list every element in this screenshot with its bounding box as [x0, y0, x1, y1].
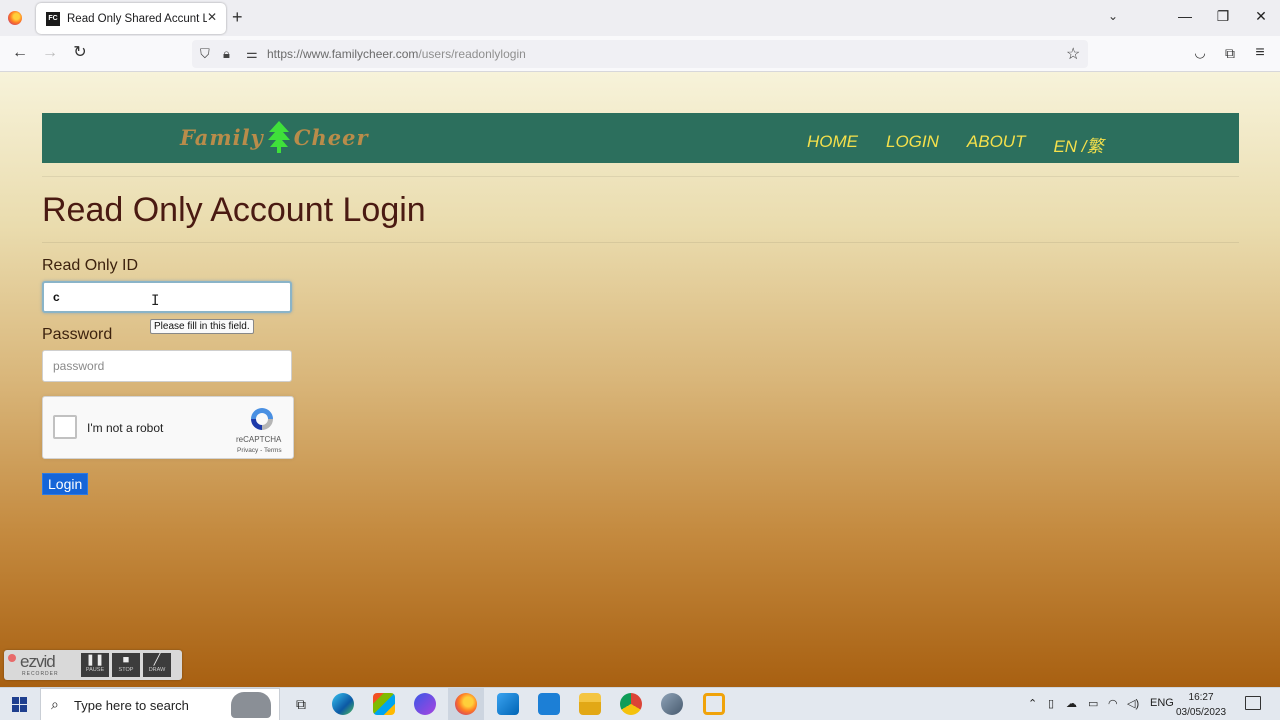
- edge-icon[interactable]: [332, 693, 354, 715]
- device-icon[interactable]: ▯: [1048, 697, 1054, 710]
- vscode-icon[interactable]: [497, 693, 519, 715]
- close-tab-icon[interactable]: ✕: [207, 10, 217, 24]
- pause-icon: ❚❚: [85, 654, 105, 666]
- recaptcha-brand: reCAPTCHA: [236, 435, 282, 444]
- bookmark-star-icon[interactable]: ☆: [1066, 44, 1080, 64]
- read-only-id-label: Read Only ID: [42, 257, 139, 274]
- restore-icon[interactable]: ❐: [1208, 8, 1238, 25]
- taskbar-search-placeholder: Type here to search: [74, 698, 189, 713]
- volume-icon[interactable]: ◁): [1127, 697, 1139, 710]
- firefox-logo-icon[interactable]: [8, 11, 22, 25]
- web-page: Family Cheer HOME LOGIN ABOUT EN /繁 Read…: [0, 72, 1280, 687]
- shield-icon[interactable]: ⛉: [200, 46, 210, 62]
- onedrive-icon[interactable]: ☁: [1066, 697, 1077, 710]
- list-all-tabs-icon[interactable]: ⌄: [1108, 9, 1118, 23]
- login-button[interactable]: Login: [42, 473, 89, 495]
- ezvid-subtitle: RECORDER: [22, 671, 59, 677]
- copilot-app-icon[interactable]: [414, 693, 436, 715]
- show-hidden-icons-icon[interactable]: ⌃: [1028, 697, 1037, 710]
- extensions-icon[interactable]: ⧉: [1220, 44, 1240, 62]
- recaptcha-logo-icon: [251, 408, 273, 430]
- stop-icon: ■: [122, 654, 130, 666]
- back-arrow-icon[interactable]: ←: [10, 44, 30, 62]
- lock-icon[interactable]: 🔒︎: [223, 46, 230, 62]
- new-tab-button[interactable]: +: [232, 8, 243, 26]
- menu-icon[interactable]: ≡: [1250, 44, 1270, 62]
- mail-icon[interactable]: [538, 693, 560, 715]
- draw-button[interactable]: ╱ DRAW: [143, 653, 171, 677]
- clock-time: 16:27: [1188, 692, 1214, 703]
- page-title: Read Only Account Login: [42, 191, 426, 229]
- divider: [42, 176, 1239, 177]
- validation-tooltip: Please fill in this field.: [150, 319, 254, 334]
- chrome-icon[interactable]: [620, 693, 642, 715]
- recaptcha-privacy-terms[interactable]: Privacy - Terms: [237, 447, 282, 454]
- ezvid-logo: ezvid: [20, 652, 56, 671]
- address-bar[interactable]: ⛉ 🔒︎ ⚌ https://www.familycheer.com/users…: [192, 40, 1088, 68]
- koala-search-highlight-icon: [231, 692, 271, 718]
- close-window-icon[interactable]: ✕: [1246, 8, 1276, 25]
- divider: [42, 242, 1239, 243]
- pencil-icon: ╱: [153, 654, 161, 666]
- app-icon[interactable]: [661, 693, 683, 715]
- windows-start-icon[interactable]: [12, 697, 27, 712]
- taskbar-search-box[interactable]: ⌕ Type here to search: [40, 688, 280, 720]
- tree-icon: [267, 121, 290, 153]
- notification-icon[interactable]: [1245, 696, 1261, 710]
- browser-toolbar: ← → ↻ ⛉ 🔒︎ ⚌ https://www.familycheer.com…: [0, 36, 1280, 72]
- record-indicator-icon: [8, 654, 16, 662]
- nav-language[interactable]: EN /繁: [1053, 132, 1103, 157]
- site-logo[interactable]: Family Cheer: [180, 121, 369, 153]
- search-icon: ⌕: [51, 696, 59, 712]
- battery-icon[interactable]: ▭: [1088, 697, 1098, 710]
- browser-tab-active[interactable]: FC Read Only Shared Accunt Login ✕: [36, 3, 226, 34]
- logo-text-left: Family: [180, 124, 264, 150]
- tab-title: Read Only Shared Accunt Login: [67, 12, 207, 25]
- recaptcha-widget: I'm not a robot reCAPTCHA Privacy - Term…: [42, 396, 294, 459]
- site-favicon-icon: FC: [46, 11, 60, 26]
- pocket-icon[interactable]: ◡: [1190, 44, 1210, 62]
- clock-date: 03/05/2023: [1176, 707, 1227, 718]
- nav-home[interactable]: HOME: [807, 132, 858, 157]
- recaptcha-label: I'm not a robot: [87, 421, 164, 435]
- password-input[interactable]: password: [42, 350, 292, 382]
- file-explorer-icon[interactable]: [579, 693, 601, 715]
- ezvid-recorder-overlay: ezvid RECORDER ❚❚ PAUSE ■ STOP ╱ DRAW: [4, 650, 182, 680]
- main-nav: HOME LOGIN ABOUT EN /繁: [807, 132, 1132, 157]
- recaptcha-checkbox[interactable]: [53, 415, 77, 439]
- windows-taskbar: ⌕ Type here to search ⧉ ⌃ ▯ ☁ ▭ ◠ ◁) ENG…: [0, 687, 1280, 720]
- firefox-icon[interactable]: [455, 693, 477, 715]
- permissions-icon[interactable]: ⚌: [246, 46, 258, 62]
- taskbar-clock[interactable]: 16:27 03/05/2023: [1176, 690, 1226, 720]
- stop-button[interactable]: ■ STOP: [112, 653, 140, 677]
- read-only-id-input[interactable]: c: [42, 281, 292, 313]
- wifi-icon[interactable]: ◠: [1108, 697, 1118, 710]
- logo-text-right: Cheer: [293, 124, 369, 150]
- browser-tab-bar: FC Read Only Shared Accunt Login ✕ + ⌄ —…: [0, 0, 1280, 36]
- vmware-icon[interactable]: [703, 693, 725, 715]
- pause-button[interactable]: ❚❚ PAUSE: [81, 653, 109, 677]
- task-view-icon[interactable]: ⧉: [290, 693, 312, 715]
- password-label: Password: [42, 326, 113, 343]
- text-cursor-icon: I: [151, 293, 160, 309]
- minimize-icon[interactable]: —: [1170, 8, 1200, 24]
- reload-icon[interactable]: ↻: [70, 44, 90, 62]
- site-header: Family Cheer HOME LOGIN ABOUT EN /繁: [42, 113, 1239, 163]
- store-icon[interactable]: [373, 693, 395, 715]
- language-indicator[interactable]: ENG: [1150, 697, 1174, 709]
- nav-login[interactable]: LOGIN: [886, 132, 939, 157]
- forward-arrow-icon[interactable]: →: [40, 44, 60, 62]
- nav-about[interactable]: ABOUT: [967, 132, 1026, 157]
- url-text[interactable]: https://www.familycheer.com/users/readon…: [267, 47, 526, 61]
